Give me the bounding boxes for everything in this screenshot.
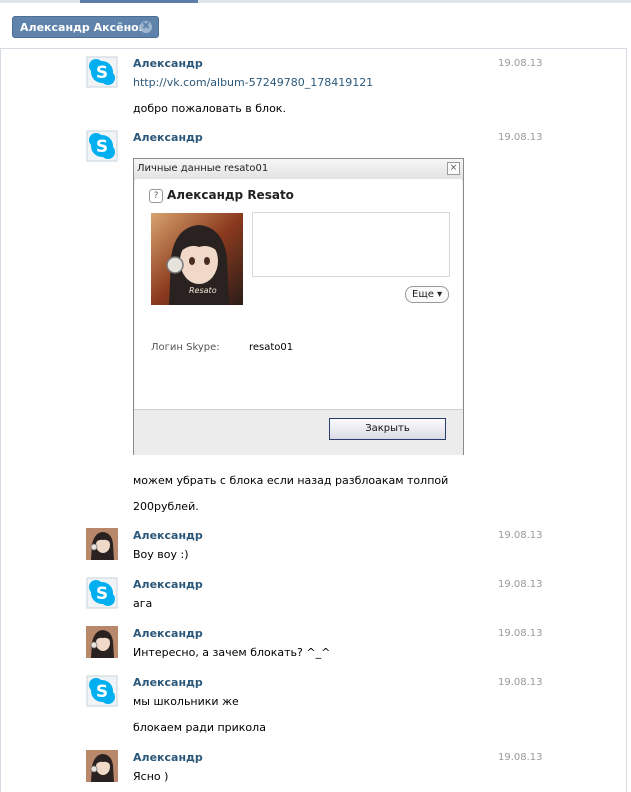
- close-button[interactable]: Закрыть: [329, 418, 446, 440]
- svg-text:S: S: [96, 584, 108, 604]
- message-author[interactable]: Александр: [133, 131, 203, 144]
- message-text: Воу воу :): [133, 548, 189, 561]
- anime-avatar[interactable]: [86, 528, 118, 560]
- profile-picture: Resato: [151, 213, 243, 305]
- message-text: мы школьники же: [133, 695, 239, 708]
- dialog-titlebar[interactable]: Личные данные resato01 ×: [134, 159, 463, 180]
- message-date: 19.08.13: [498, 579, 543, 590]
- message-text: можем убрать с блока если назад разблоак…: [133, 474, 449, 487]
- skype-avatar[interactable]: S: [86, 675, 118, 707]
- dialog-footer: Закрыть: [134, 409, 463, 455]
- close-icon[interactable]: ✖: [140, 21, 152, 33]
- message-author[interactable]: Александр: [133, 751, 203, 764]
- message-text: добро пожаловать в блок.: [133, 102, 286, 115]
- message-author[interactable]: Александр: [133, 529, 203, 542]
- anime-avatar[interactable]: [86, 626, 118, 658]
- svg-text:S: S: [96, 137, 108, 157]
- conversation-tab-label: Александр Аксёнов: [20, 21, 146, 34]
- svg-text:S: S: [96, 63, 108, 83]
- conversation-tab[interactable]: Александр Аксёнов ✖: [12, 16, 159, 38]
- message-author[interactable]: Александр: [133, 578, 203, 591]
- message-date: 19.08.13: [498, 752, 543, 763]
- message-author[interactable]: Александр: [133, 57, 203, 70]
- more-button[interactable]: Еще ▾: [405, 286, 450, 303]
- active-tab-indicator: [80, 0, 198, 3]
- message-text: 200рублей.: [133, 500, 199, 513]
- message-author[interactable]: Александр: [133, 676, 203, 689]
- message-text: Интересно, а зачем блокать? ^_^: [133, 646, 331, 659]
- skype-login-value: resato01: [249, 342, 294, 353]
- message-link[interactable]: http://vk.com/album-57249780_178419121: [133, 76, 373, 89]
- more-button-label: Еще: [412, 289, 434, 300]
- message-author[interactable]: Александр: [133, 627, 203, 640]
- skype-avatar[interactable]: S: [86, 130, 118, 162]
- skype-login-label: Логин Skype:: [151, 342, 220, 353]
- help-icon: ?: [149, 189, 163, 203]
- skype-avatar[interactable]: S: [86, 577, 118, 609]
- svg-text:S: S: [96, 682, 108, 702]
- message-date: 19.08.13: [498, 132, 543, 143]
- dialog-title: Личные данные resato01: [137, 163, 269, 174]
- message-text: ага: [133, 597, 153, 610]
- message-text: Ясно ): [133, 770, 169, 783]
- message-date: 19.08.13: [498, 58, 543, 69]
- message-date: 19.08.13: [498, 530, 543, 541]
- skype-avatar[interactable]: S: [86, 56, 118, 88]
- message-text: блокаем ради прикола: [133, 721, 266, 734]
- message-date: 19.08.13: [498, 628, 543, 639]
- mood-message-box: [252, 212, 450, 277]
- profile-name: Александр Resato: [167, 188, 294, 202]
- dialog-close-icon[interactable]: ×: [447, 162, 460, 175]
- anime-avatar[interactable]: [86, 750, 118, 782]
- profile-picture-watermark: Resato: [189, 286, 217, 295]
- profile-dialog: Личные данные resato01 × ? Александр Res…: [133, 158, 464, 455]
- message-date: 19.08.13: [498, 677, 543, 688]
- close-button-label: Закрыть: [365, 423, 410, 434]
- dialog-content: ? Александр Resato Resato Еще ▾ Логин Sk…: [135, 179, 462, 409]
- top-tab-strip: [0, 0, 631, 3]
